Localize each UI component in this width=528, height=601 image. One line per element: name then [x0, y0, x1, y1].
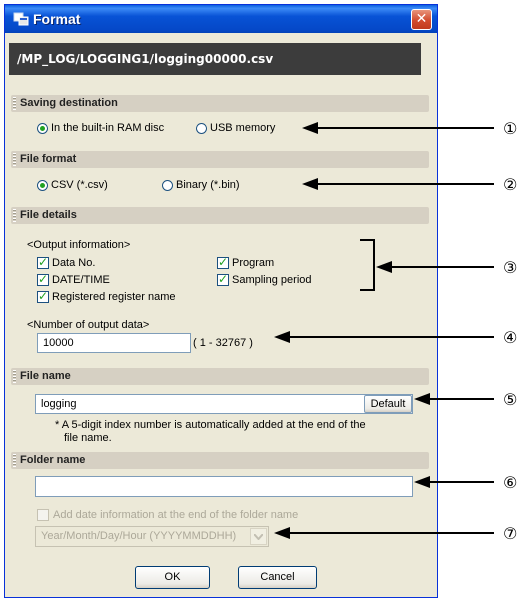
file-path-display: /MP_LOG/LOGGING1/logging00000.csv	[9, 43, 421, 75]
window-icon	[13, 12, 29, 26]
callout-4: ④	[503, 328, 518, 347]
section-header: File format	[20, 153, 77, 165]
radio-usb-memory[interactable]	[196, 123, 207, 134]
date-format-select[interactable]: Year/Month/Day/Hour (YYYYMMDDHH)	[35, 526, 269, 547]
checkbox-registered-register-name-label[interactable]: Registered register name	[52, 290, 176, 304]
date-format-value: Year/Month/Day/Hour (YYYYMMDDHH)	[41, 530, 237, 542]
checkbox-program[interactable]	[217, 255, 229, 269]
callout-7: ⑦	[503, 524, 518, 543]
callout-1: ①	[503, 119, 518, 138]
callout-3: ③	[503, 258, 518, 277]
close-button[interactable]: ✕	[411, 9, 432, 30]
callout-bracket	[360, 239, 375, 291]
section-folder-name: Folder name	[11, 452, 429, 469]
section-header: Folder name	[20, 454, 86, 466]
default-button[interactable]: Default	[364, 395, 412, 413]
checkbox-data-no-label[interactable]: Data No.	[52, 256, 95, 270]
checkbox-add-date[interactable]	[37, 509, 49, 521]
file-name-input[interactable]: logging	[35, 394, 413, 414]
output-information-label: <Output information>	[27, 239, 131, 251]
checkbox-program-label[interactable]: Program	[232, 256, 274, 270]
checkbox-data-no[interactable]	[37, 255, 49, 269]
number-of-output-data-label: <Number of output data>	[27, 319, 150, 331]
grip-icon	[13, 209, 16, 222]
section-header: Saving destination	[20, 97, 118, 109]
file-name-note-line1: * A 5-digit index number is automaticall…	[55, 419, 366, 431]
radio-ram-disc-label[interactable]: In the built-in RAM disc	[51, 121, 164, 135]
file-name-note-line2: file name.	[64, 432, 112, 444]
radio-binary[interactable]	[162, 180, 173, 191]
section-header: File name	[20, 370, 71, 382]
window-title: Format	[33, 11, 81, 27]
section-saving-destination: Saving destination	[11, 95, 429, 112]
grip-icon	[13, 370, 16, 383]
radio-csv-label[interactable]: CSV (*.csv)	[51, 178, 108, 192]
checkbox-registered-register-name[interactable]	[37, 289, 49, 303]
radio-ram-disc[interactable]	[37, 123, 48, 134]
folder-name-input[interactable]	[35, 476, 413, 497]
radio-binary-label[interactable]: Binary (*.bin)	[176, 178, 240, 192]
callout-6: ⑥	[503, 473, 518, 492]
checkbox-date-time[interactable]	[37, 272, 49, 286]
radio-csv[interactable]	[37, 180, 48, 191]
cancel-button[interactable]: Cancel	[238, 566, 317, 589]
checkbox-sampling-period[interactable]	[217, 272, 229, 286]
output-count-input[interactable]	[37, 333, 191, 353]
checkbox-add-date-label[interactable]: Add date information at the end of the f…	[53, 508, 298, 522]
grip-icon	[13, 153, 16, 166]
close-icon: ✕	[415, 11, 428, 27]
radio-usb-memory-label[interactable]: USB memory	[210, 121, 275, 135]
section-file-format: File format	[11, 151, 429, 168]
checkbox-sampling-period-label[interactable]: Sampling period	[232, 273, 312, 287]
ok-button[interactable]: OK	[135, 566, 210, 589]
section-file-name: File name	[11, 368, 429, 385]
file-name-value: logging	[41, 398, 77, 410]
chevron-down-icon	[254, 534, 263, 540]
section-header: File details	[20, 209, 77, 221]
callout-5: ⑤	[503, 390, 518, 409]
grip-icon	[13, 97, 16, 110]
section-file-details: File details	[11, 207, 429, 224]
output-count-range: ( 1 - 32767 )	[193, 337, 253, 349]
title-bar[interactable]: Format ✕	[5, 5, 437, 33]
callout-2: ②	[503, 175, 518, 194]
dropdown-button[interactable]	[250, 528, 267, 545]
checkbox-date-time-label[interactable]: DATE/TIME	[52, 273, 110, 287]
grip-icon	[13, 454, 16, 467]
